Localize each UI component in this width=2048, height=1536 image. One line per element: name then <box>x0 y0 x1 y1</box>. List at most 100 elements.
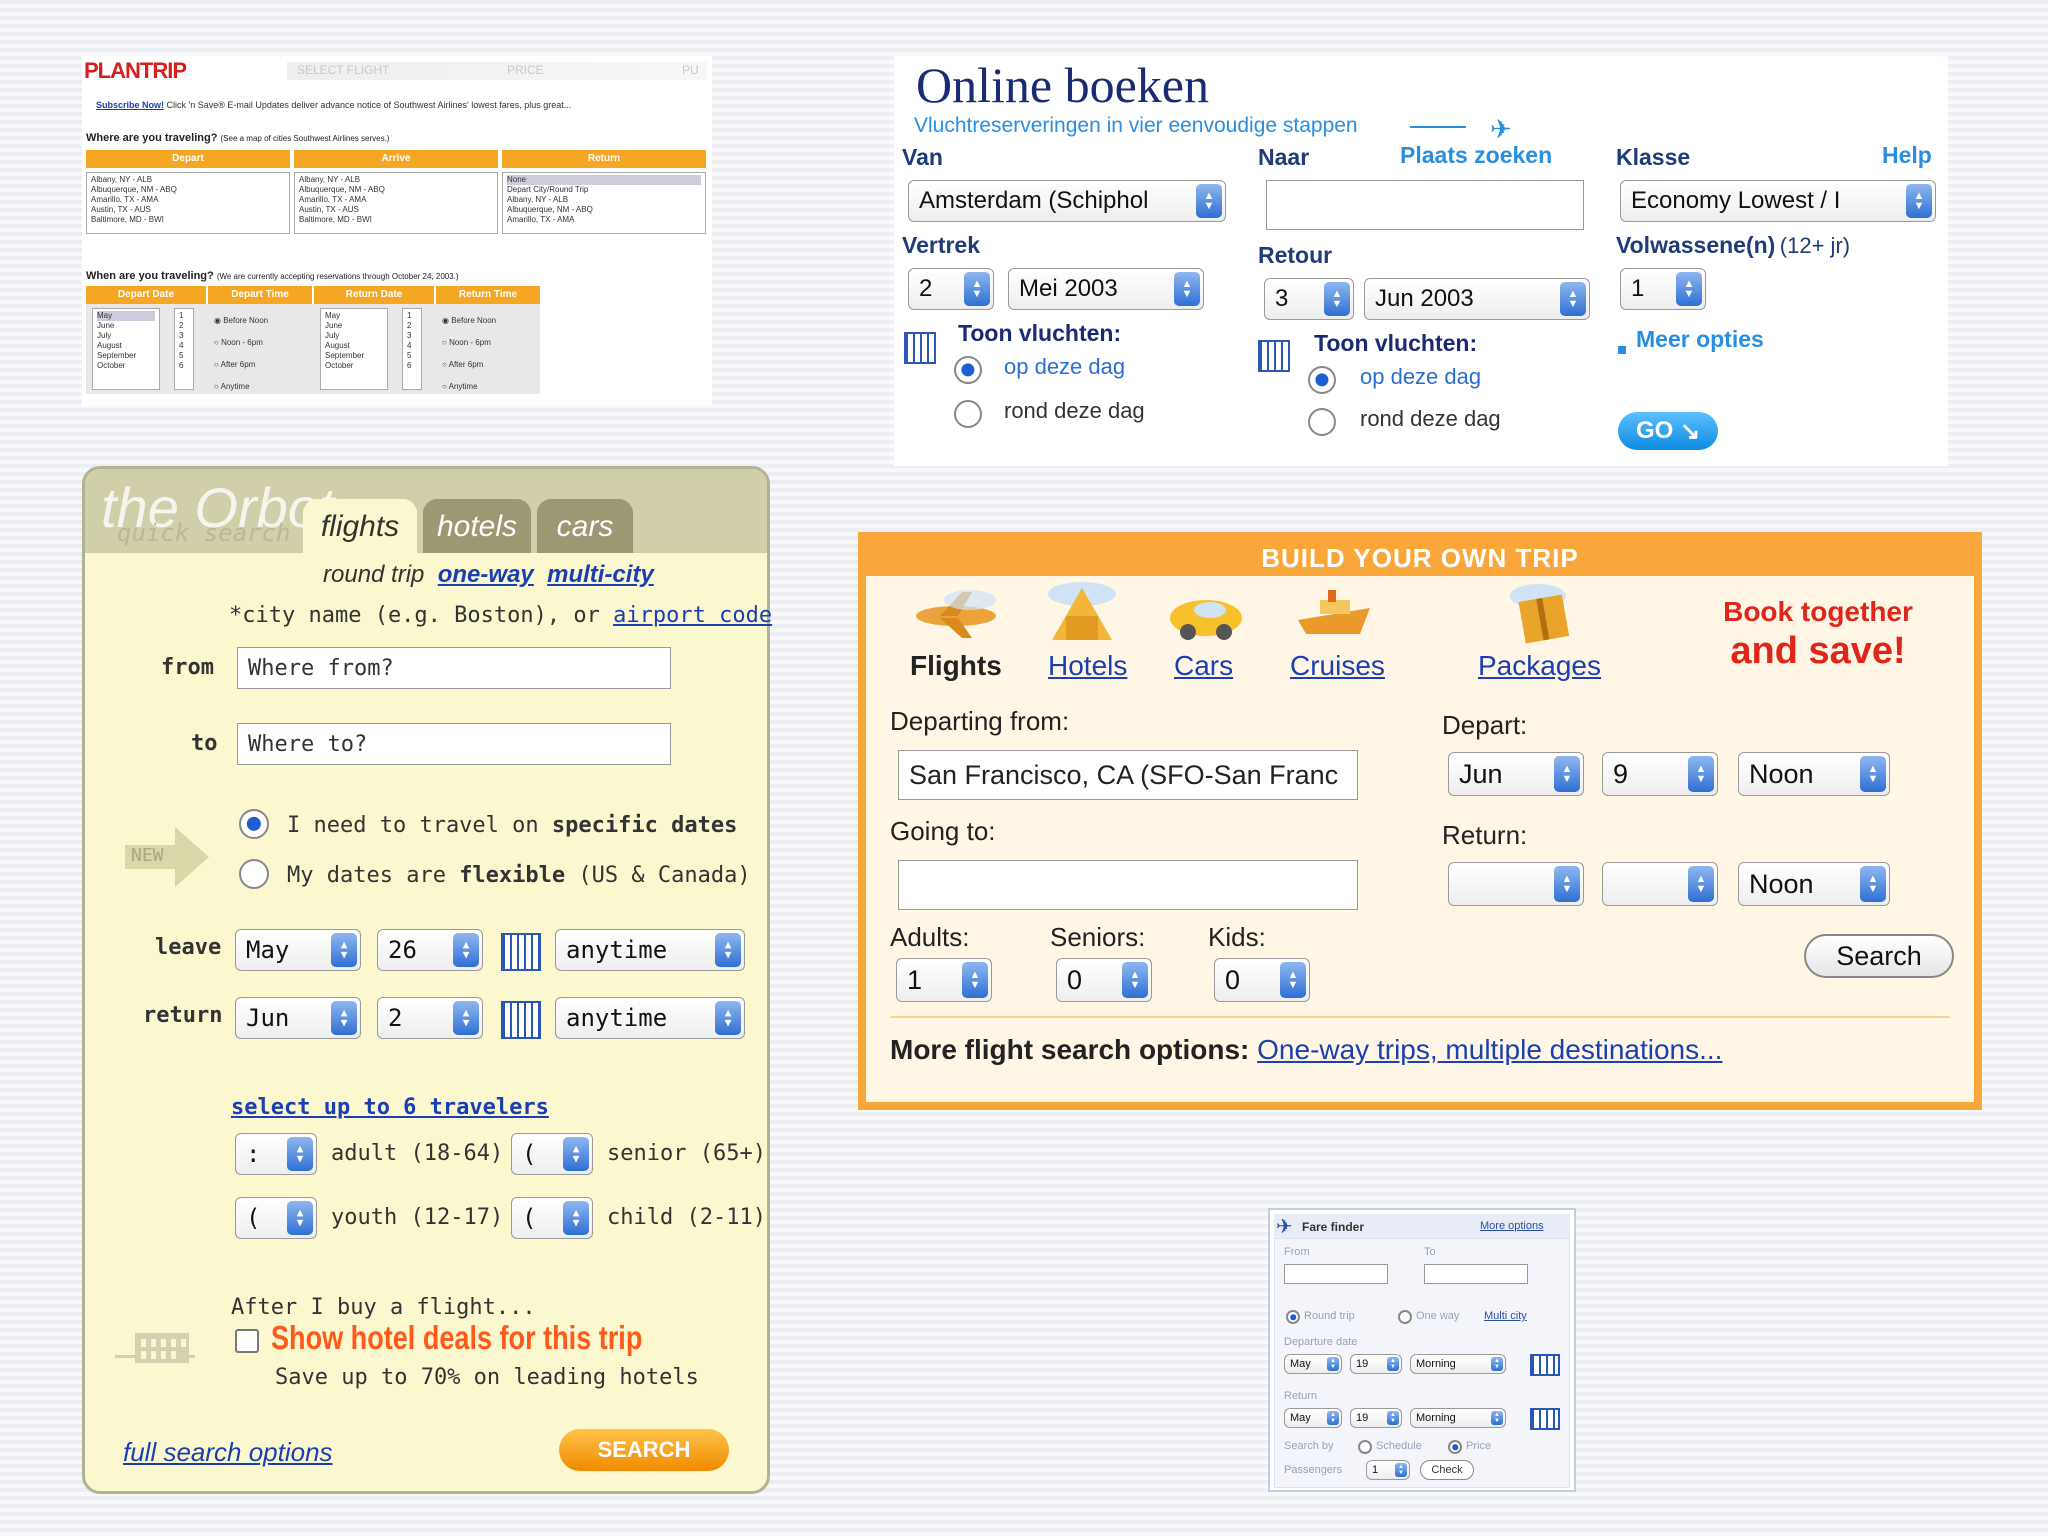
schedule-radio[interactable] <box>1358 1440 1372 1454</box>
return-day-select[interactable]: 2 ▲ ▼ <box>377 997 483 1039</box>
return-calendar-icon[interactable] <box>501 1001 541 1039</box>
klasse-select[interactable]: Economy Lowest / I ▲ ▼ <box>1620 180 1936 222</box>
schedule-label: Schedule <box>1376 1440 1422 1452</box>
trip-one-way[interactable]: one-way <box>438 561 534 588</box>
vertrek-op-deze-dag-radio[interactable] <box>954 356 982 384</box>
departing-from-input[interactable]: San Francisco, CA (SFO-San Franc <box>898 750 1358 800</box>
leave-day-select[interactable]: 26 ▲ ▼ <box>377 929 483 971</box>
where-note: (See a map of cities Southwest Airlines … <box>220 134 390 143</box>
category-packages[interactable]: Packages <box>1478 650 1601 682</box>
retour-rond-deze-dag-radio[interactable] <box>1308 408 1336 436</box>
leave-calendar-icon[interactable] <box>501 933 541 971</box>
passengers-select[interactable]: 1 ▲ ▼ <box>1366 1460 1410 1480</box>
hotel-deals-checkbox[interactable] <box>235 1329 259 1353</box>
tab-hotels[interactable]: hotels <box>423 499 531 553</box>
ret-month-select[interactable]: May ▲ ▼ <box>1284 1408 1342 1428</box>
return-city-list[interactable]: None Depart City/Round Trip Albany, NY - A… <box>502 172 706 234</box>
multi-city-link[interactable]: Multi city <box>1484 1310 1527 1322</box>
retour-month-select[interactable]: Jun 2003 ▲ ▼ <box>1364 278 1590 320</box>
dep-calendar-icon[interactable] <box>1530 1354 1560 1376</box>
return-time-radios[interactable]: ◉ Before Noon ○ Noon - 6pm ○ After 6pm ○ An… <box>442 310 496 398</box>
dep-time-select[interactable]: Morning ▲ ▼ <box>1410 1354 1506 1374</box>
leave-label: leave <box>155 935 222 960</box>
dep-day-select[interactable]: 19 ▲ ▼ <box>1350 1354 1402 1374</box>
one-way-radio[interactable] <box>1398 1310 1412 1324</box>
depart-time-radios[interactable]: ◉ Before Noon ○ Noon - 6pm ○ After 6pm ○ An… <box>214 310 268 398</box>
vertrek-rond-deze-dag-radio[interactable] <box>954 400 982 428</box>
where-question: Where are you traveling? <box>86 132 218 144</box>
adult-label: adult (18-64) <box>331 1141 504 1166</box>
depart-city-list[interactable]: Albany, NY - ALB Albuquerque, NM - ABQ Ama… <box>86 172 290 234</box>
dep-month-select[interactable]: May ▲ ▼ <box>1284 1354 1342 1374</box>
flexible-dates-radio[interactable] <box>239 859 269 889</box>
search-button[interactable]: Search <box>1804 934 1954 978</box>
leave-month-select[interactable]: May ▲ ▼ <box>235 929 361 971</box>
return-time-select[interactable]: anytime ▲ ▼ <box>555 997 745 1039</box>
going-to-input[interactable] <box>898 860 1358 910</box>
specific-dates-radio[interactable] <box>239 809 269 839</box>
adult-select[interactable]: : ▲ ▼ <box>235 1133 317 1175</box>
retour-day-select[interactable]: 3 ▲ ▼ <box>1264 278 1354 320</box>
airport-code-link[interactable]: airport code <box>613 603 772 628</box>
vertrek-day-select[interactable]: 2 ▲ ▼ <box>908 268 994 310</box>
from-input[interactable] <box>1284 1264 1388 1284</box>
plaats-zoeken-link[interactable]: Plaats zoeken <box>1400 142 1552 169</box>
category-hotels[interactable]: Hotels <box>1048 650 1127 682</box>
help-link[interactable]: Help <box>1882 142 1932 169</box>
ret-calendar-icon[interactable] <box>1530 1408 1560 1430</box>
tab-cars[interactable]: cars <box>537 499 633 553</box>
to-input[interactable] <box>1424 1264 1528 1284</box>
kids-select[interactable]: 0 ▲ ▼ <box>1214 958 1310 1002</box>
depart-month-select[interactable]: Jun ▲ ▼ <box>1448 752 1584 796</box>
return-month-select[interactable]: ▲ ▼ <box>1448 862 1584 906</box>
meer-opties-link[interactable]: Meer opties <box>1636 326 1764 353</box>
senior-select[interactable]: (▲ ▼ <box>511 1133 593 1175</box>
return-month-list[interactable]: May June July August September October <box>320 308 388 390</box>
van-select[interactable]: Amsterdam (Schiphol ▲ ▼ <box>908 180 1226 222</box>
leave-time-select[interactable]: anytime ▲ ▼ <box>555 929 745 971</box>
subscribe-text: Click 'n Save® E-mail Updates deliver ad… <box>166 100 572 110</box>
arrive-city-list[interactable]: Albany, NY - ALB Albuquerque, NM - ABQ Ama… <box>294 172 498 234</box>
depart-day-list[interactable]: 123456 <box>174 308 194 390</box>
return-month-select[interactable]: Jun ▲ ▼ <box>235 997 361 1039</box>
child-select[interactable]: (▲ ▼ <box>511 1197 593 1239</box>
vertrek-calendar-icon[interactable] <box>904 332 936 364</box>
trip-round[interactable]: round trip <box>323 561 424 588</box>
category-cruises[interactable]: Cruises <box>1290 650 1385 682</box>
volwassenen-select[interactable]: 1 ▲ ▼ <box>1620 268 1706 310</box>
retour-op-deze-dag-radio[interactable] <box>1308 366 1336 394</box>
return-time-select[interactable]: Noon ▲ ▼ <box>1738 862 1890 906</box>
promo-line2: and save! <box>1730 630 1906 672</box>
full-search-options-link[interactable]: full search options <box>123 1437 333 1468</box>
category-flights[interactable]: Flights <box>910 650 1002 682</box>
more-options-link[interactable]: More options <box>1480 1220 1544 1232</box>
tab-flights[interactable]: flights <box>303 499 417 553</box>
from-input[interactable]: Where from? <box>237 647 671 689</box>
trip-multi-city[interactable]: multi-city <box>547 561 654 588</box>
depart-month-list[interactable]: May June July August September October <box>92 308 160 390</box>
check-button[interactable]: Check <box>1420 1460 1474 1480</box>
senior-label: senior (65+) <box>607 1141 766 1166</box>
vertrek-op-deze-dag-label: op deze dag <box>1004 354 1126 379</box>
more-options-link[interactable]: One-way trips, multiple destinations... <box>1257 1034 1722 1065</box>
naar-input[interactable] <box>1266 180 1584 230</box>
round-trip-radio[interactable] <box>1286 1310 1300 1324</box>
retour-calendar-icon[interactable] <box>1258 340 1290 372</box>
seniors-select[interactable]: 0 ▲ ▼ <box>1056 958 1152 1002</box>
ret-time-select[interactable]: Morning ▲ ▼ <box>1410 1408 1506 1428</box>
return-day-select[interactable]: ▲ ▼ <box>1602 862 1718 906</box>
select-travelers-link[interactable]: select up to 6 travelers <box>231 1095 549 1120</box>
depart-day-select[interactable]: 9 ▲ ▼ <box>1602 752 1718 796</box>
depart-time-select[interactable]: Noon ▲ ▼ <box>1738 752 1890 796</box>
price-radio[interactable] <box>1448 1440 1462 1454</box>
youth-select[interactable]: (▲ ▼ <box>235 1197 317 1239</box>
category-cars[interactable]: Cars <box>1174 650 1233 682</box>
search-button[interactable]: SEARCH <box>559 1429 729 1471</box>
adults-select[interactable]: 1 ▲ ▼ <box>896 958 992 1002</box>
return-day-list[interactable]: 123456 <box>402 308 422 390</box>
to-input[interactable]: Where to? <box>237 723 671 765</box>
subscribe-link[interactable]: Subscribe Now! <box>96 100 164 110</box>
go-button[interactable]: GO ↘ <box>1618 412 1718 450</box>
ret-day-select[interactable]: 19 ▲ ▼ <box>1350 1408 1402 1428</box>
vertrek-month-select[interactable]: Mei 2003 ▲ ▼ <box>1008 268 1204 310</box>
